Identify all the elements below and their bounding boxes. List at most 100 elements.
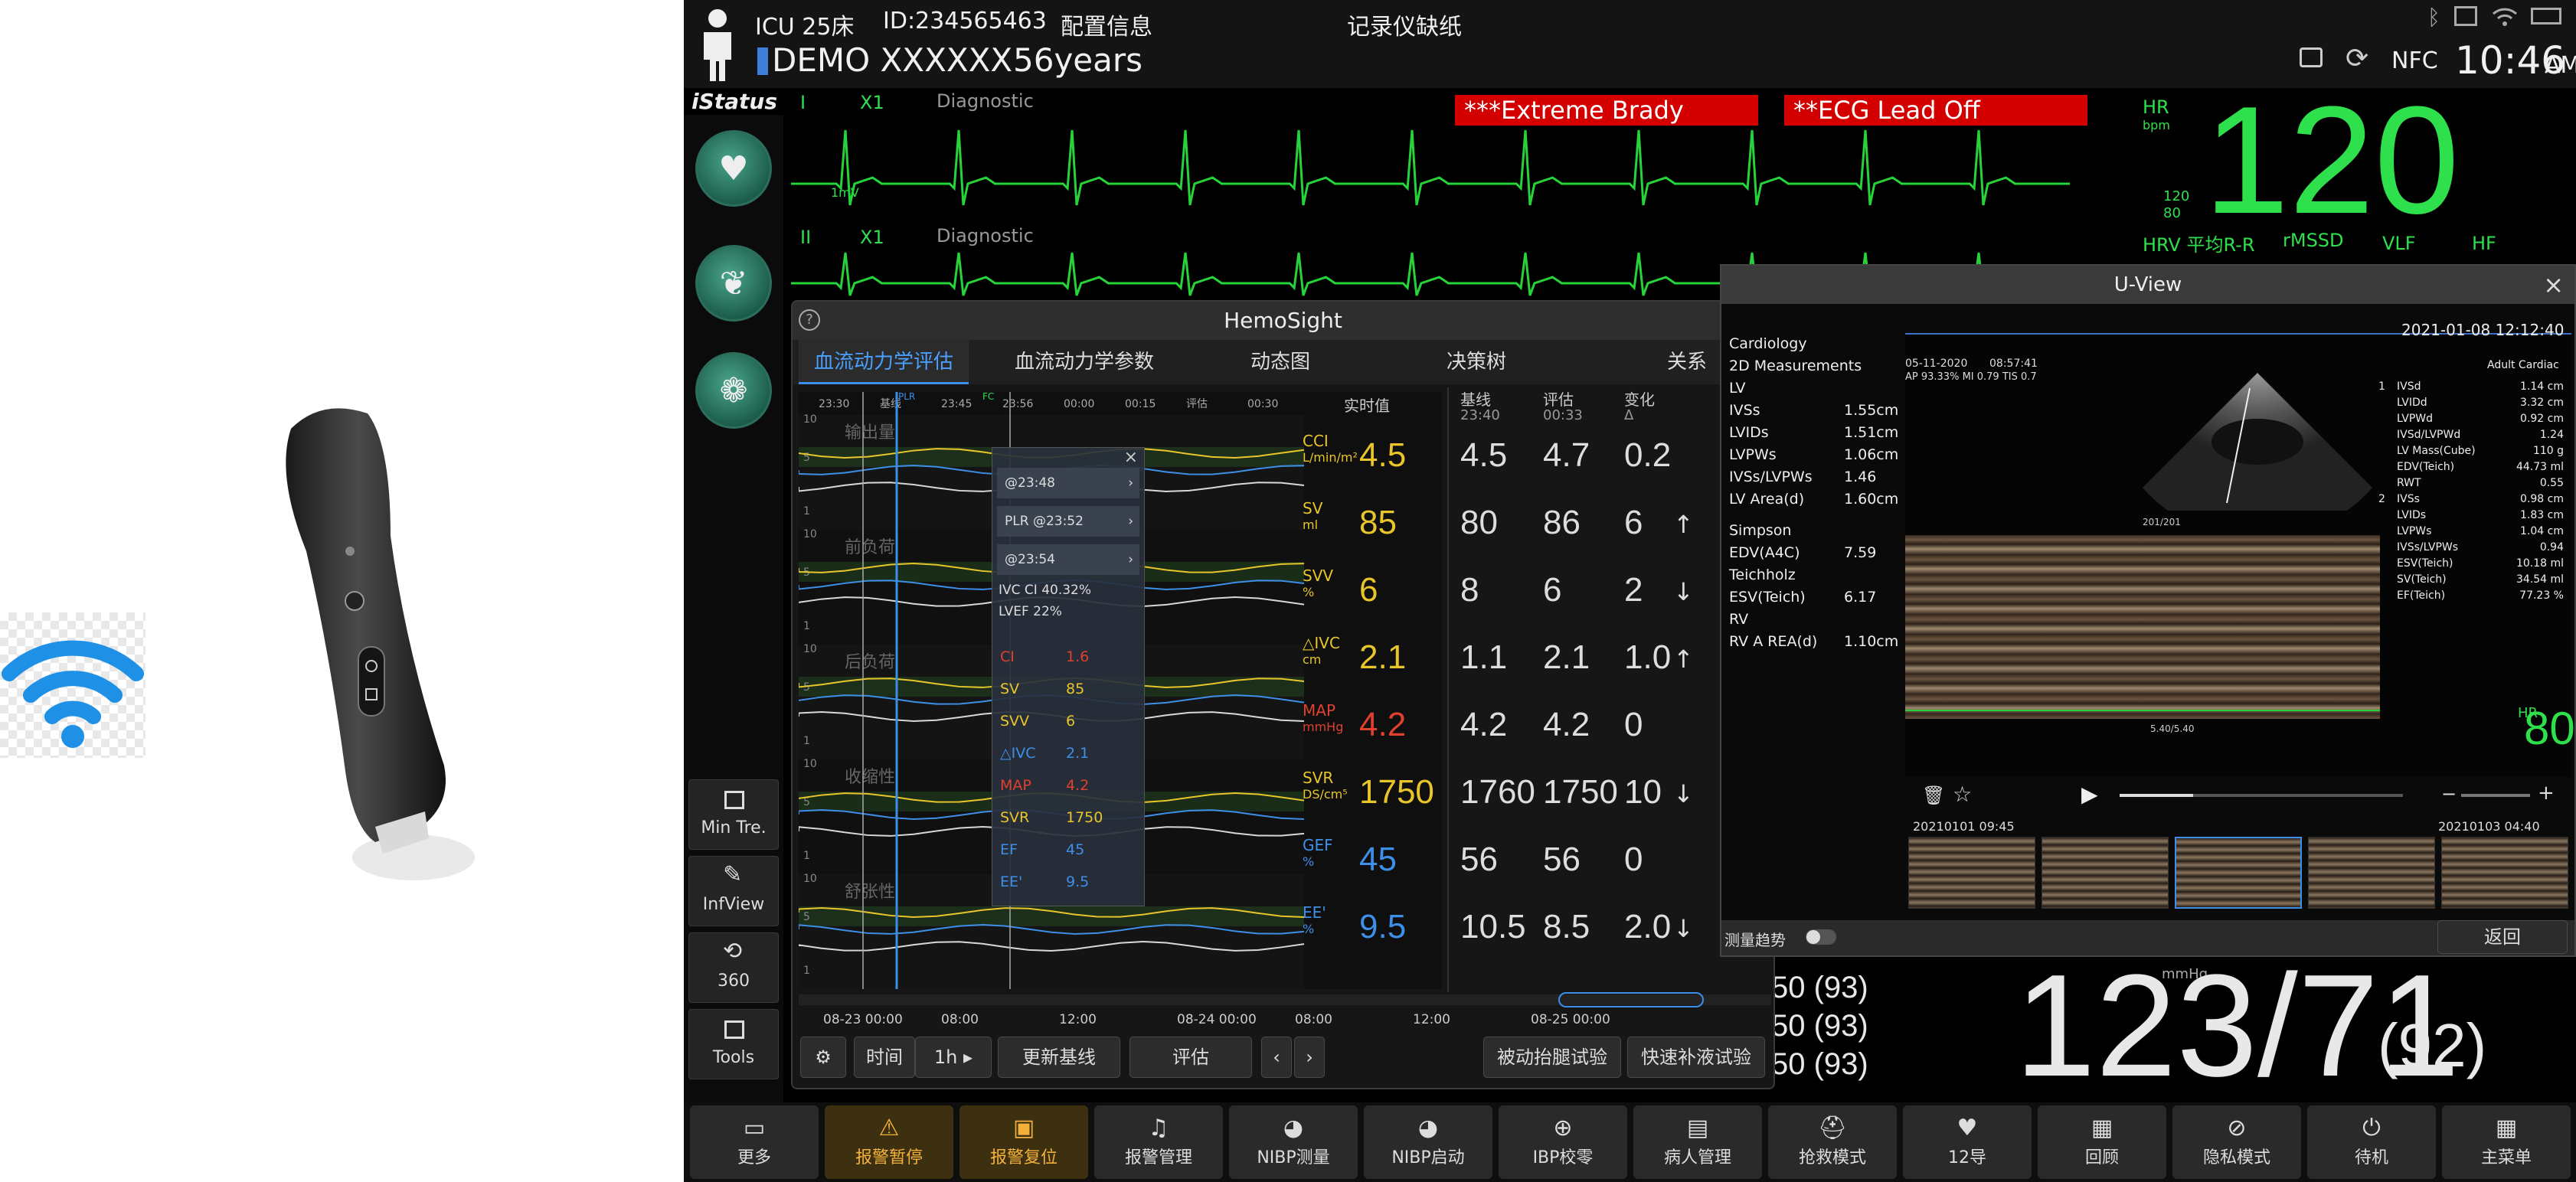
plr-test-button[interactable]: 被动抬腿试验 — [1483, 1037, 1621, 1078]
overlay-key: SV(Teich) — [2397, 573, 2447, 586]
param-realtime-value[interactable]: 1750 — [1359, 773, 1434, 811]
range-select[interactable]: 1h ▸ — [915, 1037, 992, 1078]
y-tick: 10 — [803, 873, 817, 885]
param-realtime-value[interactable]: 85 — [1359, 504, 1397, 542]
param-realtime-value[interactable]: 2.1 — [1359, 638, 1406, 677]
patient-icon[interactable] — [699, 8, 736, 81]
bottom-button[interactable]: ▭ 更多 — [690, 1105, 819, 1179]
time-button[interactable]: 时间 — [854, 1037, 915, 1078]
hemosight-titlebar: ? HemoSight — [793, 302, 1773, 340]
popup-event-item[interactable]: @23:54 › — [997, 544, 1139, 575]
bottom-button[interactable]: ⏻ 待机 — [2307, 1105, 2436, 1179]
tab-relations[interactable]: 关系 — [1667, 340, 1707, 384]
param-realtime-value[interactable]: 4.5 — [1359, 436, 1406, 475]
tab-decision-tree[interactable]: 决策树 — [1447, 340, 1506, 384]
popup-close-icon[interactable]: × — [1124, 448, 1138, 467]
bottom-button[interactable]: ▣ 报警复位 — [959, 1105, 1088, 1179]
overlay-index: 1 — [2378, 380, 2385, 393]
lung-status-button[interactable]: ❦ — [695, 245, 772, 322]
overview-window[interactable] — [1558, 992, 1704, 1007]
ecg-mode-2[interactable]: Diagnostic — [937, 225, 1034, 247]
clip-thumbnail[interactable] — [2175, 837, 2302, 909]
evaluate-button[interactable]: 评估 — [1129, 1037, 1252, 1078]
mmode-scale: 5.40/5.40 — [2150, 723, 2195, 734]
bottom-button[interactable]: ▤ 病人管理 — [1633, 1105, 1762, 1179]
clip-thumbnail[interactable] — [1908, 837, 2035, 909]
bed-label[interactable]: ICU 25床 — [755, 8, 854, 41]
baseline-header: 基线 — [1460, 390, 1491, 409]
overlay-value: 10.18 ml — [2516, 557, 2564, 570]
param-change-arrow: ↓ — [1673, 914, 1694, 943]
prev-button[interactable]: ‹ — [1261, 1037, 1292, 1078]
patient-name[interactable]: DEMO XXXXXX — [772, 41, 1012, 79]
tools-button[interactable]: Tools — [688, 1009, 779, 1079]
param-realtime-value[interactable]: 9.5 — [1359, 908, 1406, 946]
ultrasound-image[interactable]: 05-11-2020 08:57:41 AP 93.33% MI 0.79 TI… — [1905, 321, 2575, 777]
bottom-button[interactable]: ◕ NIBP测量 — [1229, 1105, 1358, 1179]
delete-icon[interactable]: 🗑 — [1922, 785, 1945, 806]
alarm-ecg-lead-off[interactable]: **ECG Lead Off — [1784, 95, 2087, 126]
trend-toggle[interactable] — [1806, 929, 1836, 945]
tab-hemo-params[interactable]: 血流动力学参数 — [1015, 340, 1154, 384]
overlay-value: 0.55 — [2539, 477, 2564, 489]
config-info[interactable]: 配置信息 — [1061, 8, 1152, 41]
zoom-slider[interactable] — [2461, 794, 2530, 797]
param-baseline-value: 56 — [1460, 841, 1498, 878]
hemosight-window: ? HemoSight 血流动力学评估 血流动力学参数 动态图 决策树 关系 «… — [791, 300, 1775, 1089]
bottom-button[interactable]: ⛑ 抢救模式 — [1768, 1105, 1897, 1179]
ecg-mode-1[interactable]: Diagnostic — [937, 90, 1034, 112]
update-baseline-button[interactable]: 更新基线 — [998, 1037, 1120, 1078]
zoom-out-icon[interactable]: − — [2441, 783, 2457, 805]
bottom-button[interactable]: ⊘ 隐私模式 — [2172, 1105, 2301, 1179]
clip-thumbnail[interactable] — [2308, 837, 2435, 909]
bottom-button[interactable]: ◕ NIBP启动 — [1364, 1105, 1492, 1179]
infview-button[interactable]: ✎ InfView — [688, 856, 779, 926]
overlay-value: 0.94 — [2539, 541, 2564, 553]
param-realtime-value[interactable]: 4.2 — [1359, 706, 1406, 744]
popup-event-item[interactable]: @23:48 › — [997, 468, 1139, 498]
refresh-icon[interactable]: ⟳ — [2346, 43, 2368, 74]
view-360-button[interactable]: ⟲ 360 — [688, 932, 779, 1003]
meas-header: 2D Measurements — [1729, 358, 1862, 374]
close-icon[interactable]: × — [2543, 266, 2564, 304]
bottom-button[interactable]: ▦ 回顾 — [2038, 1105, 2166, 1179]
play-icon[interactable]: ▶ — [2081, 782, 2098, 807]
help-icon[interactable]: ? — [799, 309, 820, 331]
patient-id[interactable]: ID:234565463 — [883, 8, 1047, 34]
settings-button[interactable]: ⚙ — [800, 1037, 846, 1078]
kidney-status-button[interactable]: ❁ — [695, 352, 772, 429]
min-trend-button[interactable]: Min Tre. — [688, 779, 779, 850]
heart-status-button[interactable]: ♥ — [695, 130, 772, 207]
alarm-extreme-brady[interactable]: ***Extreme Brady — [1455, 95, 1758, 126]
next-button[interactable]: › — [1294, 1037, 1325, 1078]
screen-mirror-icon[interactable] — [2300, 47, 2323, 67]
nfc-label: NFC — [2391, 47, 2438, 74]
param-realtime-value[interactable]: 45 — [1359, 841, 1397, 879]
fluid-test-button[interactable]: 快速补液试验 — [1627, 1037, 1765, 1078]
clip-thumbnail[interactable] — [2042, 837, 2169, 909]
tab-dynamic-chart[interactable]: 动态图 — [1250, 340, 1310, 384]
ecg-lead-1[interactable]: I — [800, 92, 806, 113]
playback-progress — [2120, 794, 2194, 797]
bottom-button[interactable]: ♥ 12导 — [1903, 1105, 2032, 1179]
popup-event-item[interactable]: PLR @23:52 › — [997, 506, 1139, 537]
hr-value[interactable]: 120 — [2204, 84, 2460, 237]
bottom-button[interactable]: ⚠ 报警暂停 — [825, 1105, 953, 1179]
hr-label[interactable]: HR — [2143, 96, 2169, 118]
param-realtime-value[interactable]: 6 — [1359, 571, 1378, 609]
bottom-button[interactable]: ⊕ IBP校零 — [1499, 1105, 1627, 1179]
bottom-button[interactable]: ▦ 主菜单 — [2442, 1105, 2571, 1179]
clip-thumbnail[interactable] — [2441, 837, 2568, 909]
chevron-right-icon: › — [1128, 514, 1133, 529]
hr-upper-limit: 120 — [2163, 188, 2190, 204]
ecg-gain-1[interactable]: X1 — [860, 92, 884, 113]
star-icon[interactable]: ☆ — [1953, 782, 1972, 807]
tab-hemo-assessment[interactable]: 血流动力学评估 — [799, 340, 969, 384]
zoom-in-icon[interactable]: + — [2538, 782, 2555, 805]
wifi-icon — [2, 640, 144, 748]
back-button[interactable]: 返回 — [2437, 920, 2568, 954]
preset-label: Adult Cardiac — [2487, 359, 2559, 371]
playback-slider[interactable] — [2120, 794, 2403, 797]
overlay-value: 44.73 ml — [2516, 461, 2564, 473]
bottom-button[interactable]: ♫ 报警管理 — [1094, 1105, 1223, 1179]
